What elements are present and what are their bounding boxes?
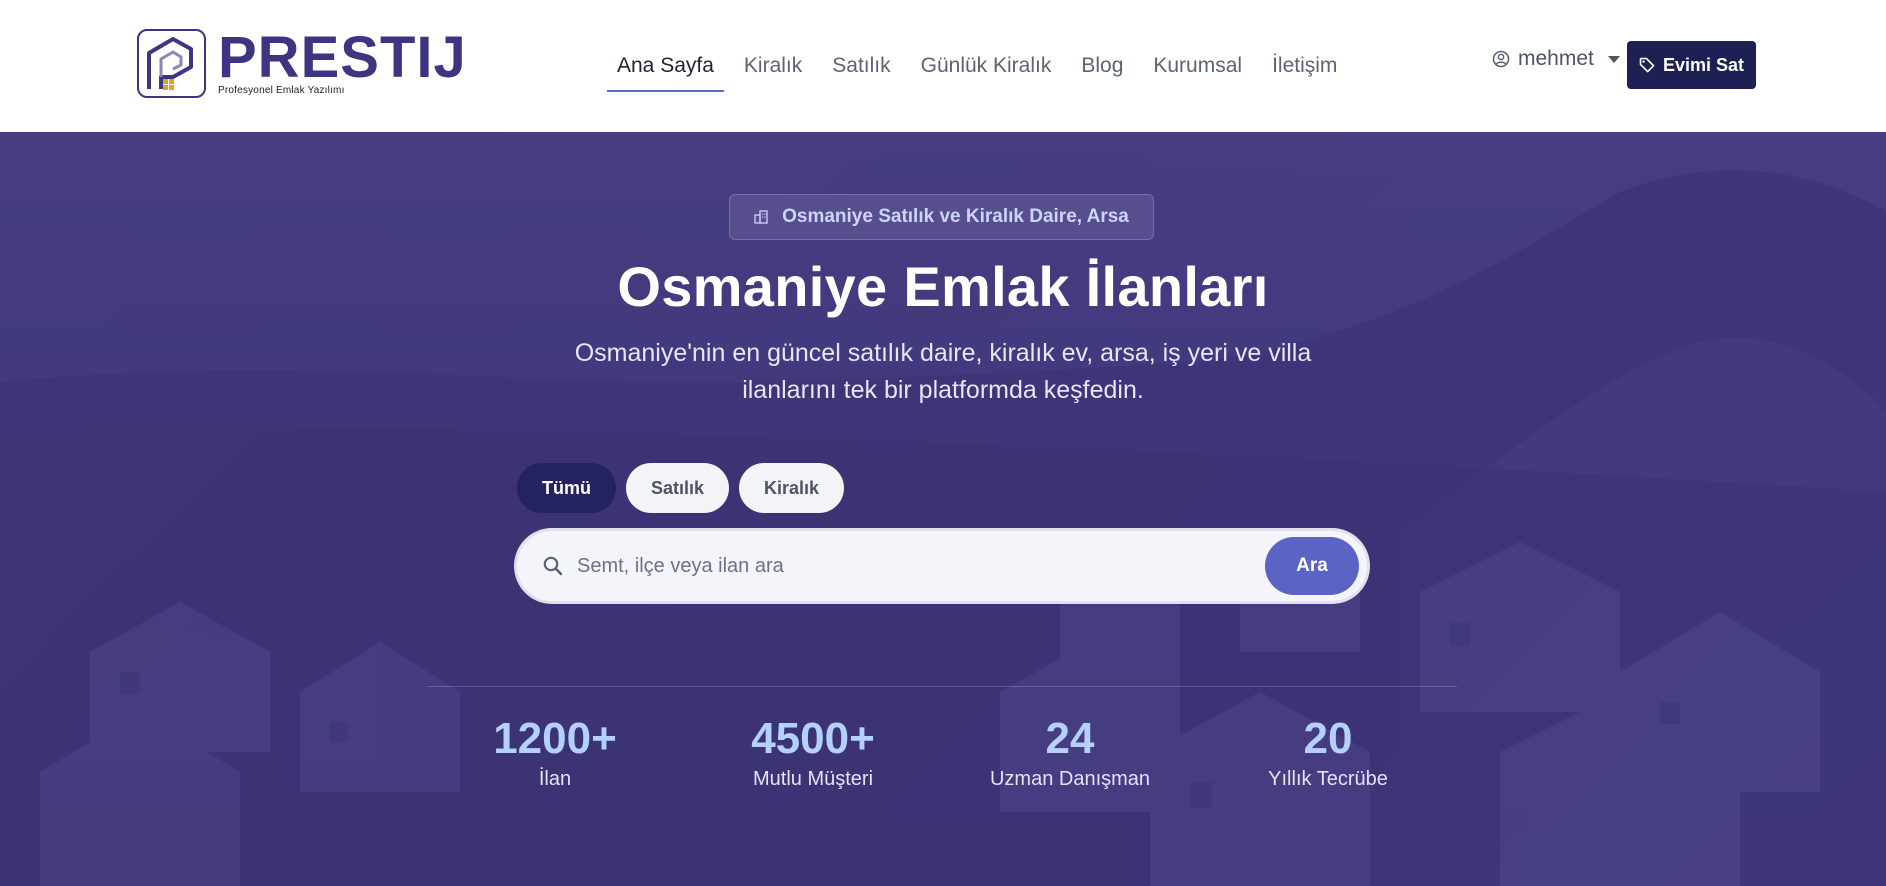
stat-label: İlan [538,768,572,790]
stat-label: Uzman Danışman [989,768,1151,790]
tag-icon [1639,57,1655,73]
search-button[interactable]: Ara [1265,537,1359,595]
stats-divider [427,686,1457,687]
nav-item-kurumsal[interactable]: Kurumsal [1143,0,1252,132]
listing-type-filter: Tümü Satılık Kiralık [517,463,845,513]
search-icon [543,556,563,576]
nav-item-ana-sayfa[interactable]: Ana Sayfa [607,0,724,132]
sell-my-home-button[interactable]: Evimi Sat [1627,41,1757,89]
logo-mark-icon [137,29,206,98]
filter-chip-tumu[interactable]: Tümü [517,463,616,513]
nav-item-kiralik[interactable]: Kiralık [734,0,812,132]
stat-experience: 20 Yıllık Tecrübe [1208,714,1448,791]
filter-chip-satilik[interactable]: Satılık [626,463,730,513]
logo-tagline: Profesyonel Emlak Yazılımı [218,85,345,96]
nav-item-gunluk-kiralik[interactable]: Günlük Kiralık [911,0,1062,132]
logo-wordmark: PRESTIJ [218,25,467,90]
stat-listings: 1200+ İlan [435,714,675,791]
stat-value: 4500+ [751,714,875,763]
hero-subtitle-line2: ilanlarını tek bir platformda keşfedin. [742,376,1144,404]
site-header: PRESTIJ Profesyonel Emlak Yazılımı Ana S… [0,0,1886,132]
brand-logo[interactable]: PRESTIJ Profesyonel Emlak Yazılımı [137,29,467,98]
search-bar: Ara [517,531,1367,601]
main-nav: Ana Sayfa Kiralık Satılık Günlük Kiralık… [607,0,1357,132]
hero-subtitle: Osmaniye'nin en güncel satılık daire, ki… [563,335,1323,409]
hero-subtitle-line1: Osmaniye'nin en güncel satılık daire, ki… [574,339,1312,367]
hero-badge: Osmaniye Satılık ve Kiralık Daire, Arsa [729,194,1154,240]
sell-my-home-label: Evimi Sat [1663,54,1745,75]
nav-item-satilik[interactable]: Satılık [822,0,900,132]
stat-customers: 4500+ Mutlu Müşteri [693,714,933,791]
user-circle-icon [1492,50,1510,68]
hero-section: Osmaniye Satılık ve Kiralık Daire, Arsa … [0,132,1886,886]
stats-row: 1200+ İlan 4500+ Mutlu Müşteri 24 Uzman … [427,714,1457,804]
user-menu[interactable]: mehmet [1492,47,1620,71]
search-input[interactable] [577,549,1267,583]
stat-label: Mutlu Müşteri [752,768,874,790]
stat-consultants: 24 Uzman Danışman [950,714,1190,791]
stat-value: 1200+ [493,714,617,763]
page-title: Osmaniye Emlak İlanları [617,255,1269,318]
chevron-down-icon [1607,55,1620,63]
stat-value: 20 [1303,714,1353,763]
filter-chip-kiralik[interactable]: Kiralık [739,463,845,513]
stat-value: 24 [1045,714,1095,763]
stat-label: Yıllık Tecrübe [1268,768,1388,790]
hero-badge-text: Osmaniye Satılık ve Kiralık Daire, Arsa [782,206,1129,227]
nav-item-iletisim[interactable]: İletişim [1262,0,1347,132]
nav-item-blog[interactable]: Blog [1071,0,1133,132]
user-name: mehmet [1518,47,1594,70]
building-icon [754,210,768,224]
